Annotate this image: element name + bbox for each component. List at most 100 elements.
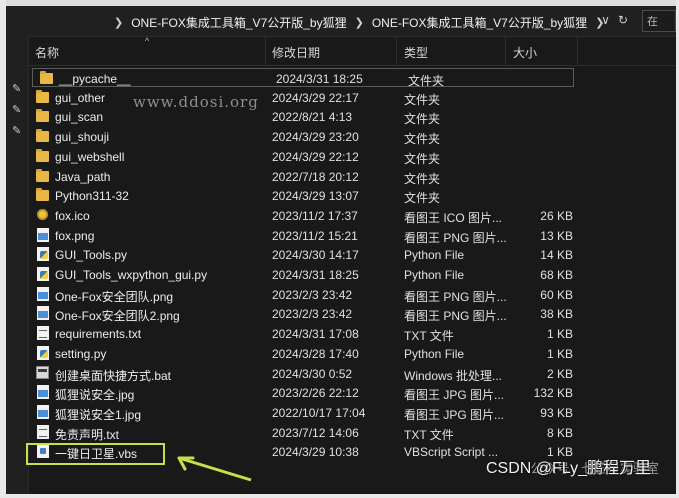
text-file-icon <box>37 326 49 341</box>
table-row[interactable]: 狐狸说安全1.jpg 2022/10/17 17:04 看图王 JPG 图片... 9… <box>29 403 589 422</box>
image-file-icon <box>37 306 49 321</box>
image-file-icon <box>37 404 49 419</box>
file-date: 2024/3/31 17:08 <box>272 327 359 342</box>
file-name: gui_scan <box>55 110 104 125</box>
breadcrumb-root-chevron-icon[interactable]: ❯ <box>114 16 123 29</box>
breadcrumb-item-parent[interactable]: ONE-FOX集成工具箱_V7公开版_by狐狸 <box>131 14 346 31</box>
navigation-pane[interactable]: ✎ ✎ ✎ <box>6 36 29 494</box>
file-date: 2024/3/28 17:40 <box>272 346 359 361</box>
text-file-icon <box>37 424 49 439</box>
file-type: 看图王 PNG 图片... <box>404 289 507 304</box>
table-row[interactable]: gui_shouji 2024/3/29 23:20 文件夹 <box>29 127 589 146</box>
file-size: 13 KB <box>540 228 573 243</box>
file-size: 1 KB <box>546 327 573 342</box>
table-row[interactable]: requirements.txt 2024/3/31 17:08 TXT 文件 1 K… <box>29 324 589 343</box>
header-type[interactable]: 类型 <box>404 44 428 61</box>
file-type: 看图王 ICO 图片... <box>404 210 503 225</box>
search-input[interactable]: 在 <box>642 10 676 32</box>
folder-icon <box>40 71 53 84</box>
image-file-icon <box>37 286 49 301</box>
address-bar: ❯ ONE-FOX集成工具箱_V7公开版_by狐狸 ❯ ONE-FOX集成工具箱… <box>6 6 676 37</box>
breadcrumb-item-current[interactable]: ONE-FOX集成工具箱_V7公开版_by狐狸 <box>372 14 587 31</box>
file-date: 2023/7/12 14:06 <box>272 425 359 440</box>
table-row[interactable]: 创建桌面快捷方式.bat 2024/3/30 0:52 Windows 批处理...… <box>29 364 589 383</box>
table-row[interactable]: One-Fox安全团队.png 2023/2/3 23:42 看图王 PNG 图片.… <box>29 285 589 304</box>
header-date[interactable]: 修改日期 <box>272 44 320 61</box>
file-type: 文件夹 <box>404 151 441 166</box>
file-type: TXT 文件 <box>404 427 454 442</box>
file-type: VBScript Script ... <box>404 445 499 460</box>
file-name: fox.png <box>55 228 95 243</box>
pin-icon[interactable]: ✎ <box>12 103 24 116</box>
file-date: 2024/3/30 0:52 <box>272 366 353 381</box>
table-row[interactable]: GUI_Tools.py 2024/3/30 14:17 Python File 14… <box>29 245 589 264</box>
file-date: 2022/10/17 17:04 <box>272 405 366 420</box>
highlight-box <box>26 443 165 465</box>
file-name: requirements.txt <box>55 327 142 342</box>
file-size: 1 KB <box>546 346 573 361</box>
file-date: 2022/8/21 4:13 <box>272 110 353 125</box>
table-row[interactable]: GUI_Tools_wxpython_gui.py 2024/3/31 18:25… <box>29 265 589 284</box>
file-type: 看图王 PNG 图片... <box>404 230 507 245</box>
file-date: 2023/11/2 17:37 <box>272 208 358 223</box>
column-headers: ^ 名称 修改日期 类型 大小 <box>29 36 676 66</box>
column-divider[interactable] <box>505 37 506 65</box>
file-name: setting.py <box>55 346 107 361</box>
folder-icon <box>36 168 49 182</box>
file-size: 60 KB <box>540 287 573 302</box>
file-name: 创建桌面快捷方式.bat <box>55 368 172 383</box>
folder-icon <box>36 109 49 123</box>
file-name: GUI_Tools_wxpython_gui.py <box>55 268 208 282</box>
table-row[interactable]: __pycache__ 2024/3/31 18:25 文件夹 <box>32 68 574 88</box>
table-row[interactable]: 免责声明.txt 2023/7/12 14:06 TXT 文件 8 KB <box>29 423 589 442</box>
address-actions: ∨ ↻ <box>601 13 628 27</box>
chevron-right-icon[interactable]: ❯ <box>355 16 364 29</box>
file-name: gui_other <box>55 90 106 105</box>
pin-icon[interactable]: ✎ <box>12 82 24 95</box>
table-row[interactable]: fox.ico 2023/11/2 17:37 看图王 ICO 图片... 26 KB <box>29 206 589 225</box>
table-row[interactable]: gui_scan 2022/8/21 4:13 文件夹 <box>29 107 589 126</box>
column-divider[interactable] <box>396 37 397 65</box>
file-size: 8 KB <box>546 425 573 440</box>
column-divider[interactable] <box>265 37 266 65</box>
file-date: 2023/2/26 22:12 <box>272 386 359 401</box>
breadcrumb: ❯ ONE-FOX集成工具箱_V7公开版_by狐狸 ❯ ONE-FOX集成工具箱… <box>114 14 604 31</box>
table-row[interactable]: setting.py 2024/3/28 17:40 Python File 1 KB <box>29 344 589 363</box>
sort-ascending-icon: ^ <box>145 36 150 46</box>
batch-file-icon <box>36 365 49 379</box>
image-file-icon <box>37 385 49 400</box>
file-type: TXT 文件 <box>404 329 454 344</box>
table-row[interactable]: 狐狸说安全.jpg 2023/2/26 22:12 看图王 JPG 图片... 132… <box>29 383 589 402</box>
watermark-text: www.ddosi.org <box>133 93 259 111</box>
window-frame-left <box>0 0 6 498</box>
column-divider[interactable] <box>577 37 578 65</box>
table-row[interactable]: Python311-32 2024/3/29 13:07 文件夹 <box>29 186 589 205</box>
file-name: Python311-32 <box>55 189 129 204</box>
file-date: 2024/3/31 18:25 <box>272 268 359 282</box>
file-type: 看图王 PNG 图片... <box>404 309 507 324</box>
header-name[interactable]: 名称 <box>35 44 59 61</box>
python-file-icon <box>37 345 49 360</box>
file-date: 2024/3/29 13:07 <box>272 189 359 204</box>
file-name: fox.ico <box>55 208 90 223</box>
file-date: 2024/3/31 18:25 <box>276 72 363 86</box>
file-name: __pycache__ <box>59 72 131 86</box>
table-row[interactable]: Java_path 2022/7/18 20:12 文件夹 <box>29 167 589 186</box>
header-size[interactable]: 大小 <box>513 44 537 61</box>
python-file-icon <box>37 247 49 262</box>
folder-icon <box>36 89 49 103</box>
table-row[interactable]: fox.png 2023/11/2 15:21 看图王 PNG 图片... 13 KB <box>29 226 589 245</box>
file-type: Python File <box>404 346 465 361</box>
history-dropdown-icon[interactable]: ∨ <box>601 13 610 27</box>
file-type: 文件夹 <box>404 171 441 186</box>
pin-icon[interactable]: ✎ <box>12 124 24 137</box>
table-row[interactable]: One-Fox安全团队2.png 2023/2/3 23:42 看图王 PNG 图片… <box>29 304 589 323</box>
file-name: Java_path <box>55 169 111 184</box>
table-row[interactable]: gui_webshell 2024/3/29 22:12 文件夹 <box>29 147 589 166</box>
file-name: One-Fox安全团队2.png <box>55 309 180 324</box>
file-date: 2023/2/3 23:42 <box>272 307 353 322</box>
table-row[interactable]: gui_other 2024/3/29 22:17 文件夹 <box>29 88 589 107</box>
refresh-icon[interactable]: ↻ <box>618 13 628 27</box>
file-type: Python File <box>404 248 465 263</box>
file-type: Windows 批处理... <box>404 368 503 383</box>
